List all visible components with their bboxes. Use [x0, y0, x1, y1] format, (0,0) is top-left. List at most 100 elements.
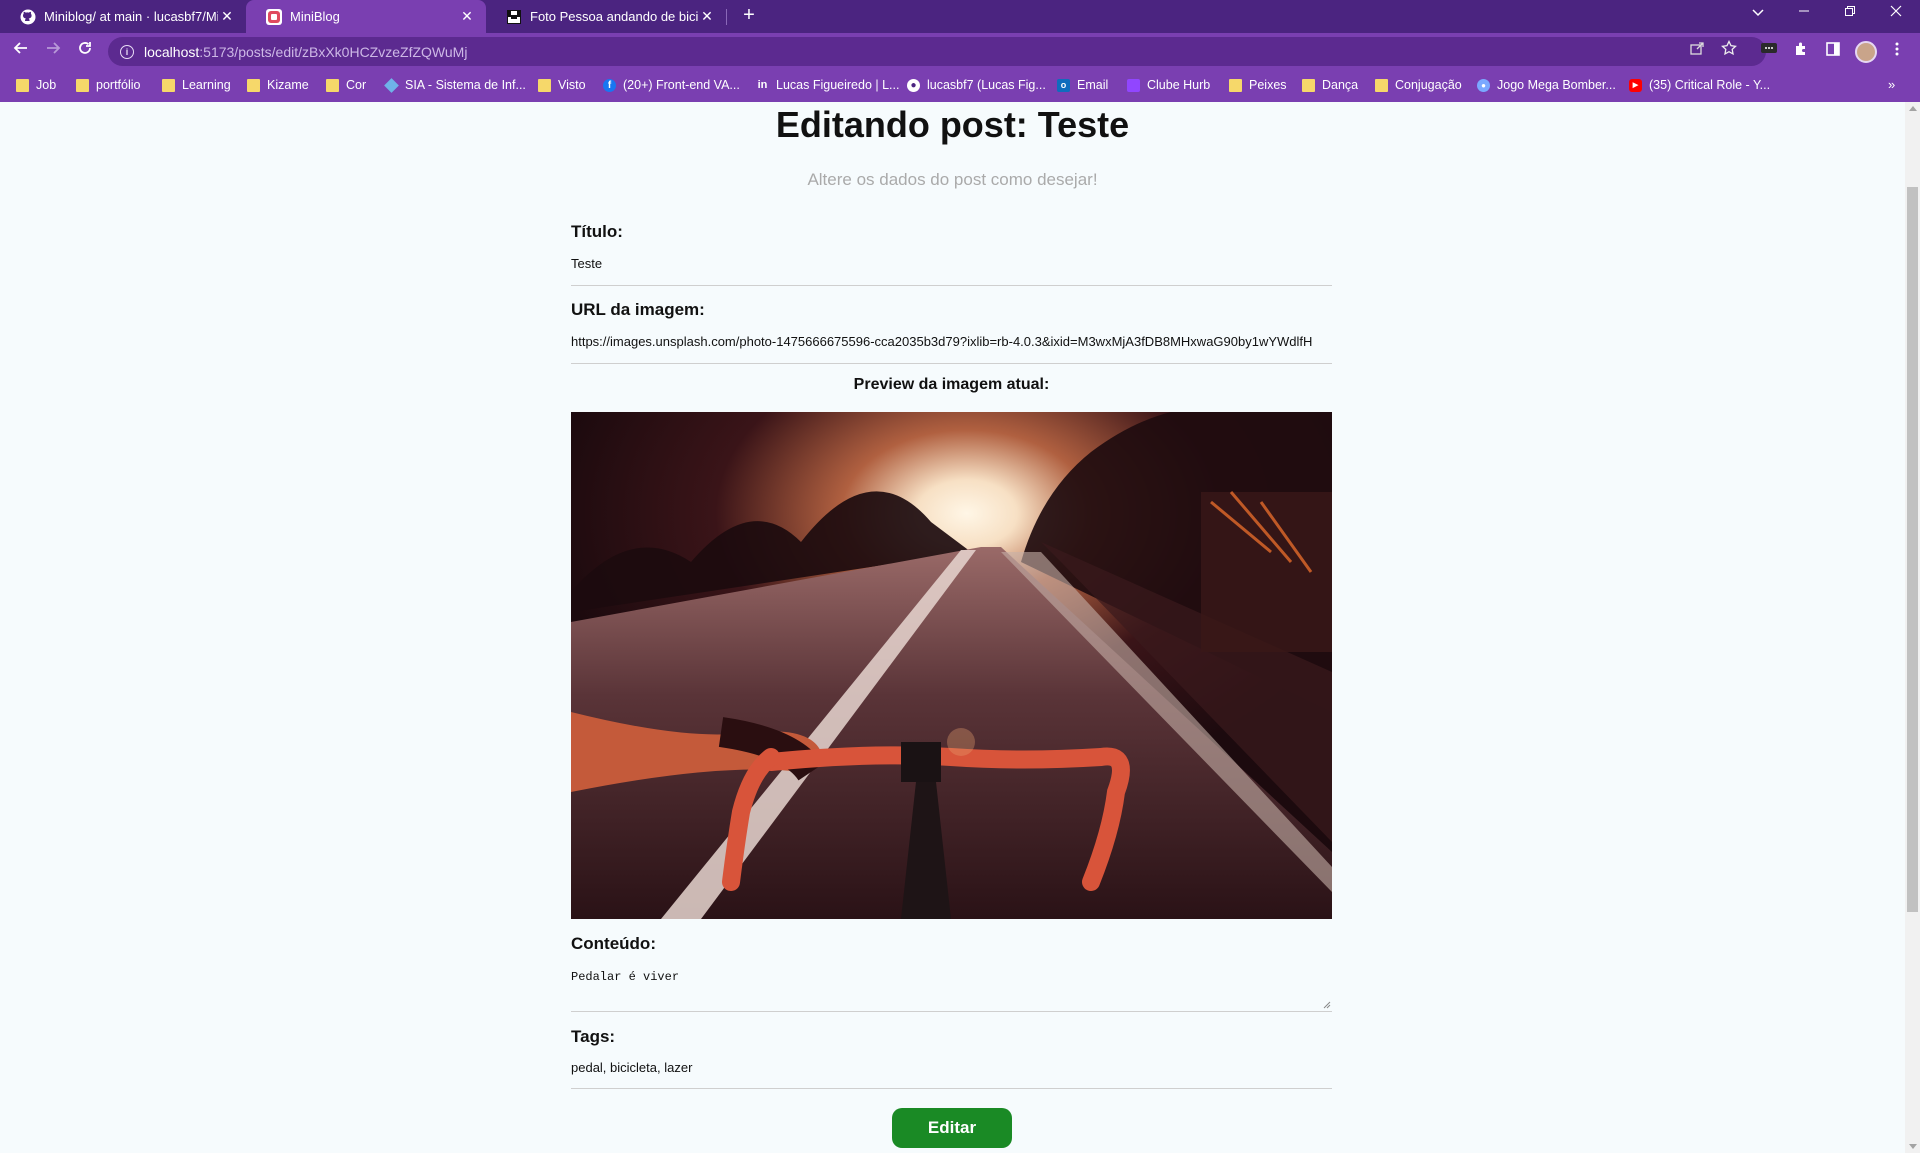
kebab-menu-icon[interactable]: [1886, 41, 1908, 60]
tab-unsplash[interactable]: Foto Pessoa andando de bicicleta ✕: [486, 0, 726, 33]
folder-icon: [1229, 78, 1242, 92]
bookmark-label: Conjugação: [1395, 78, 1462, 92]
image-url-label: URL da imagem:: [571, 300, 705, 319]
side-panel-icon[interactable]: [1822, 41, 1844, 60]
tab-strip: Miniblog/ at main · lucasbf7/Mini ✕ Mini…: [0, 0, 1920, 33]
resize-handle-icon[interactable]: [1323, 1001, 1331, 1009]
puzzle-icon[interactable]: [1790, 41, 1812, 60]
bookmark-item[interactable]: ▶ (35) Critical Role - Y...: [1629, 78, 1770, 92]
sia-icon: [384, 77, 399, 93]
browser-toolbar: i localhost:5173/posts/edit/zBxXk0HCZvze…: [0, 33, 1920, 70]
bookmark-item[interactable]: o Email: [1057, 78, 1108, 92]
bookmark-label: Kizame: [267, 78, 309, 92]
bookmark-label: Learning: [182, 78, 231, 92]
bookmark-label: (20+) Front-end VA...: [623, 78, 740, 92]
facebook-icon: f: [603, 78, 616, 92]
bookmark-label: lucasbf7 (Lucas Fig...: [927, 78, 1046, 92]
bookmark-label: Lucas Figueiredo | L...: [776, 78, 900, 92]
tab-github[interactable]: Miniblog/ at main · lucasbf7/Mini ✕: [0, 0, 246, 33]
content-label: Conteúdo:: [571, 934, 656, 953]
bookmark-label: (35) Critical Role - Y...: [1649, 78, 1771, 92]
folder-icon: [538, 78, 551, 92]
scrollbar[interactable]: [1905, 102, 1920, 1153]
scroll-down-icon[interactable]: [1909, 1144, 1917, 1149]
tags-label: Tags:: [571, 1027, 616, 1046]
folder-icon: [1375, 78, 1388, 92]
github-icon: [20, 9, 36, 25]
preview-label: Preview da imagem atual:: [853, 376, 1050, 393]
avatar[interactable]: [1855, 41, 1877, 63]
new-tab-button[interactable]: +: [736, 4, 762, 27]
bookmark-item[interactable]: ● lucasbf7 (Lucas Fig...: [907, 78, 1046, 92]
close-icon[interactable]: ✕: [458, 8, 476, 25]
bookmark-label: Visto: [558, 78, 586, 92]
bookmark-item[interactable]: Peixes: [1229, 78, 1287, 92]
close-icon[interactable]: ✕: [698, 8, 716, 25]
bookmark-item[interactable]: Cor: [326, 78, 366, 92]
forward-icon[interactable]: [40, 40, 66, 62]
tab-title: MiniBlog: [290, 9, 340, 24]
bookmark-item[interactable]: Visto: [538, 78, 586, 92]
scrollbar-thumb[interactable]: [1907, 187, 1918, 912]
reload-icon[interactable]: [72, 40, 98, 62]
bookmark-label: Jogo Mega Bomber...: [1497, 78, 1616, 92]
bookmark-item[interactable]: Kizame: [247, 78, 309, 92]
bookmark-item[interactable]: Clube Hurb: [1127, 78, 1210, 92]
site-info-icon[interactable]: i: [120, 44, 134, 59]
twitch-icon: [1127, 78, 1140, 92]
bookmark-item[interactable]: f (20+) Front-end VA...: [603, 78, 740, 92]
bookmark-item[interactable]: ● Jogo Mega Bomber...: [1477, 78, 1616, 92]
close-icon[interactable]: ✕: [218, 8, 236, 25]
bookmark-item[interactable]: Dança: [1302, 78, 1358, 92]
page-subtitle: Altere os dados do post como desejar!: [807, 170, 1098, 189]
bookmark-item[interactable]: in Lucas Figueiredo | L...: [756, 78, 900, 92]
star-icon[interactable]: [1718, 39, 1740, 60]
outlook-icon: o: [1057, 78, 1070, 92]
bookmark-label: Dança: [1322, 78, 1359, 92]
edit-button[interactable]: Editar: [892, 1108, 1012, 1148]
tags-input[interactable]: pedal, bicicleta, lazer: [571, 1060, 1332, 1089]
unsplash-icon: [506, 9, 522, 25]
bookmark-label: SIA - Sistema de Inf...: [405, 78, 526, 92]
game-icon: ●: [1477, 78, 1490, 92]
bookmarks-overflow-icon[interactable]: »: [1888, 77, 1895, 92]
bookmark-item[interactable]: portfólio: [76, 78, 140, 92]
address-bar[interactable]: i localhost:5173/posts/edit/zBxXk0HCZvze…: [108, 37, 1766, 66]
title-input[interactable]: Teste: [571, 256, 1332, 286]
minimize-icon[interactable]: [1784, 4, 1824, 21]
bookmark-item[interactable]: Conjugação: [1375, 78, 1462, 92]
url-path: :5173/posts/edit/zBxXk0HCZvzeZfZQWuMj: [199, 43, 468, 60]
bookmark-label: Email: [1077, 78, 1109, 92]
title-label: Título:: [571, 222, 623, 241]
image-url-input[interactable]: https://images.unsplash.com/photo-147566…: [571, 334, 1332, 364]
content-text: Pedalar é viver: [571, 970, 680, 984]
page-title: Editando post: Teste: [775, 104, 1130, 145]
scroll-up-icon[interactable]: [1909, 106, 1917, 111]
miniblog-icon: [266, 8, 282, 25]
restore-icon[interactable]: [1830, 4, 1870, 21]
close-window-icon[interactable]: [1876, 4, 1916, 21]
share-icon[interactable]: [1686, 40, 1708, 60]
github-icon: ●: [907, 78, 920, 92]
tab-title: Miniblog/ at main · lucasbf7/Mini: [44, 9, 218, 24]
back-icon[interactable]: [8, 40, 34, 62]
tab-search-icon[interactable]: [1738, 4, 1778, 21]
image-preview: [571, 412, 1332, 919]
folder-icon: [247, 78, 260, 92]
youtube-icon: ▶: [1629, 78, 1642, 92]
linkedin-icon: in: [757, 79, 768, 91]
extension-icon[interactable]: [1758, 41, 1780, 57]
tab-miniblog[interactable]: MiniBlog ✕: [246, 0, 486, 33]
page-content: Editando post: Teste Altere os dados do …: [0, 102, 1905, 1153]
folder-icon: [16, 78, 29, 92]
bookmark-item[interactable]: Job: [16, 78, 56, 92]
bookmark-item[interactable]: Learning: [162, 78, 231, 92]
bookmark-label: Job: [36, 78, 57, 92]
bookmark-item[interactable]: SIA - Sistema de Inf...: [384, 77, 526, 93]
bookmark-label: Peixes: [1249, 78, 1287, 92]
tab-title: Foto Pessoa andando de bicicleta: [530, 9, 698, 24]
folder-icon: [76, 78, 89, 92]
content-textarea[interactable]: Pedalar é viver: [571, 970, 1332, 1012]
folder-icon: [162, 78, 175, 92]
bookmark-label: portfólio: [96, 78, 141, 92]
